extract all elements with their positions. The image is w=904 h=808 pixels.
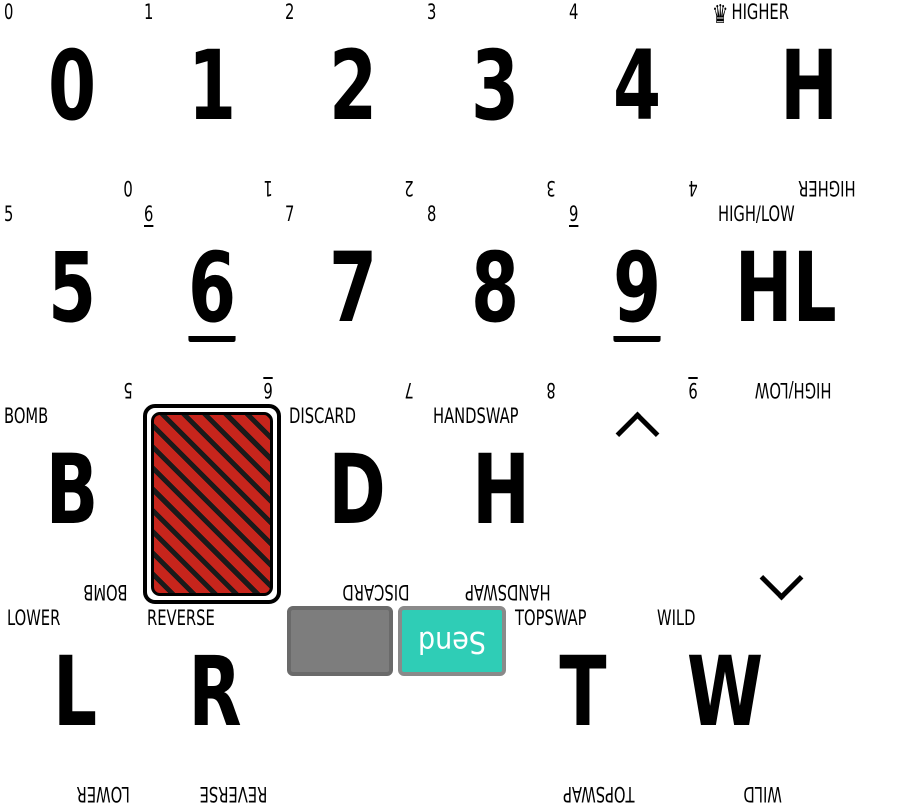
card-face-value: H [780, 30, 838, 142]
crown-icon: ♛ [712, 0, 729, 30]
card-corner-label: TOPSWAP [515, 606, 587, 630]
card-face-value: 6 [187, 232, 237, 344]
card-high-low[interactable]: HIGH/LOW HL HIGH/LOW [716, 202, 850, 403]
card-corner-label: 5 [123, 378, 133, 402]
card-handswap[interactable]: HANDSWAP H HANDSWAP [431, 404, 571, 605]
card-5[interactable]: 5 5 5 [2, 202, 142, 403]
card-corner-label: 1 [144, 0, 154, 24]
card-lower[interactable]: LOWER L LOWER [5, 606, 145, 807]
card-corner-label: HANDSWAP [433, 404, 519, 428]
card-8[interactable]: 8 8 8 [425, 202, 565, 403]
card-face-value: 8 [470, 232, 520, 344]
card-corner-label: 8 [546, 378, 556, 402]
card-9[interactable]: 9 9 9 [567, 202, 707, 403]
card-corner-label: 4 [688, 176, 698, 200]
card-corner-label: 9 [569, 202, 579, 226]
card-0[interactable]: 0 0 0 [2, 0, 142, 201]
card-topswap[interactable]: TOPSWAP T TOPSWAP [513, 606, 653, 807]
card-corner-label: 3 [546, 176, 556, 200]
card-corner-label: 3 [427, 0, 437, 24]
card-corner-label: LOWER [7, 606, 61, 630]
send-button-label: Send [418, 624, 486, 659]
card-corner-label: 4 [569, 0, 579, 24]
card-face-value: L [52, 636, 98, 748]
card-corner-label: LOWER [76, 782, 130, 806]
card-face-value: D [328, 434, 386, 546]
card-face-value: 0 [47, 30, 97, 142]
card-corner-label: 1 [263, 176, 273, 200]
card-2[interactable]: 2 2 2 [283, 0, 423, 201]
card-corner-label: WILD [743, 782, 782, 806]
card-back-pattern [151, 412, 273, 596]
card-face-value: 9 [612, 232, 662, 344]
card-1[interactable]: 1 1 1 [142, 0, 282, 201]
card-face-value: HL [734, 232, 837, 344]
card-face-value: T [559, 636, 607, 748]
send-button[interactable]: Send [398, 606, 506, 676]
card-corner-label: HANDSWAP [465, 580, 551, 604]
card-corner-label: BOMB [4, 404, 49, 428]
card-corner-label: DISCARD [342, 580, 410, 604]
card-3[interactable]: 3 3 3 [425, 0, 565, 201]
card-corner-label: REVERSE [147, 606, 215, 630]
card-face-value: R [188, 636, 242, 748]
card-corner-label: ♛ HIGHER [712, 0, 789, 30]
card-corner-label: BOMB [83, 580, 128, 604]
card-corner-label: 0 [123, 176, 133, 200]
card-face-value: 7 [328, 232, 378, 344]
card-corner-label: HIGH/LOW [754, 378, 832, 402]
card-corner-label: 8 [427, 202, 437, 226]
card-face-value: B [45, 434, 99, 546]
card-corner-label: HIGH/LOW [718, 202, 795, 226]
card-corner-label: 5 [4, 202, 14, 226]
card-bomb[interactable]: BOMB B BOMB [2, 404, 142, 605]
card-6[interactable]: 6 6 6 [142, 202, 282, 403]
blank-button[interactable] [287, 606, 393, 676]
draw-deck[interactable] [143, 404, 281, 604]
card-face-value: 1 [187, 30, 237, 142]
card-face-value: H [472, 434, 530, 546]
card-corner-label: 2 [404, 176, 414, 200]
card-face-value: W [686, 636, 764, 748]
card-corner-label: HIGHER [798, 176, 856, 200]
card-corner-label: 9 [688, 378, 698, 402]
card-corner-label: 7 [404, 378, 414, 402]
card-corner-label: DISCARD [289, 404, 357, 428]
card-reverse[interactable]: REVERSE R REVERSE [145, 606, 285, 807]
card-discard[interactable]: DISCARD D DISCARD [287, 404, 427, 605]
card-corner-label: WILD [657, 606, 696, 630]
card-wild[interactable]: WILD W WILD [655, 606, 795, 807]
card-corner-label: 6 [263, 378, 273, 402]
card-face-value: 3 [470, 30, 520, 142]
chevron-down-icon[interactable] [759, 556, 804, 601]
card-higher[interactable]: ♛ HIGHER H HIGHER [710, 0, 860, 201]
card-corner-label: REVERSE [199, 782, 268, 806]
card-7[interactable]: 7 7 7 [283, 202, 423, 403]
card-corner-label: 0 [4, 0, 14, 24]
card-corner-label: 6 [144, 202, 154, 226]
card-face-value: 5 [47, 232, 97, 344]
card-face-value: 2 [328, 30, 378, 142]
card-face-value: 4 [612, 30, 662, 142]
chevron-up-icon[interactable] [615, 411, 660, 456]
card-corner-label: 2 [285, 0, 295, 24]
card-4[interactable]: 4 4 4 [567, 0, 707, 201]
card-corner-label: 7 [285, 202, 295, 226]
card-corner-label: TOPSWAP [563, 782, 635, 806]
